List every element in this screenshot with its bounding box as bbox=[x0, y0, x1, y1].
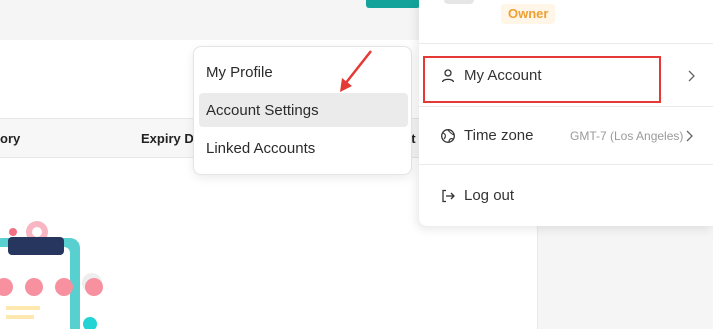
chevron-right-icon bbox=[686, 130, 693, 142]
empty-state-illustration bbox=[0, 221, 103, 329]
log-out-icon bbox=[442, 189, 455, 203]
submenu-item-account-settings[interactable]: Account Settings bbox=[199, 93, 408, 127]
top-bar bbox=[0, 0, 420, 40]
divider bbox=[419, 43, 713, 44]
submenu-item-label: Account Settings bbox=[206, 102, 319, 119]
avatar bbox=[444, 0, 474, 4]
time-zone-value: GMT-7 (Los Angeles) bbox=[570, 129, 684, 143]
menu-item-label: Log out bbox=[464, 187, 515, 204]
globe-icon bbox=[441, 129, 455, 143]
annotation-arrow-icon bbox=[340, 50, 372, 92]
submenu-item-label: Linked Accounts bbox=[206, 140, 316, 157]
menu-item-time-zone[interactable]: Time zone GMT-7 (Los Angeles) bbox=[420, 116, 713, 156]
submenu-item-linked-accounts[interactable]: Linked Accounts bbox=[199, 131, 408, 165]
menu-item-label: Time zone bbox=[464, 127, 534, 144]
divider bbox=[419, 164, 713, 165]
column-header-expiry-date[interactable]: Expiry Da bbox=[141, 131, 201, 146]
primary-action-button[interactable] bbox=[366, 0, 420, 8]
chevron-right-icon bbox=[688, 70, 695, 82]
submenu-item-label: My Profile bbox=[206, 64, 273, 81]
divider bbox=[419, 106, 713, 107]
column-header-category[interactable]: ory bbox=[0, 131, 20, 146]
menu-item-log-out[interactable]: Log out bbox=[420, 176, 713, 216]
owner-badge: Owner bbox=[501, 4, 556, 24]
annotation-highlight-box bbox=[423, 56, 661, 103]
